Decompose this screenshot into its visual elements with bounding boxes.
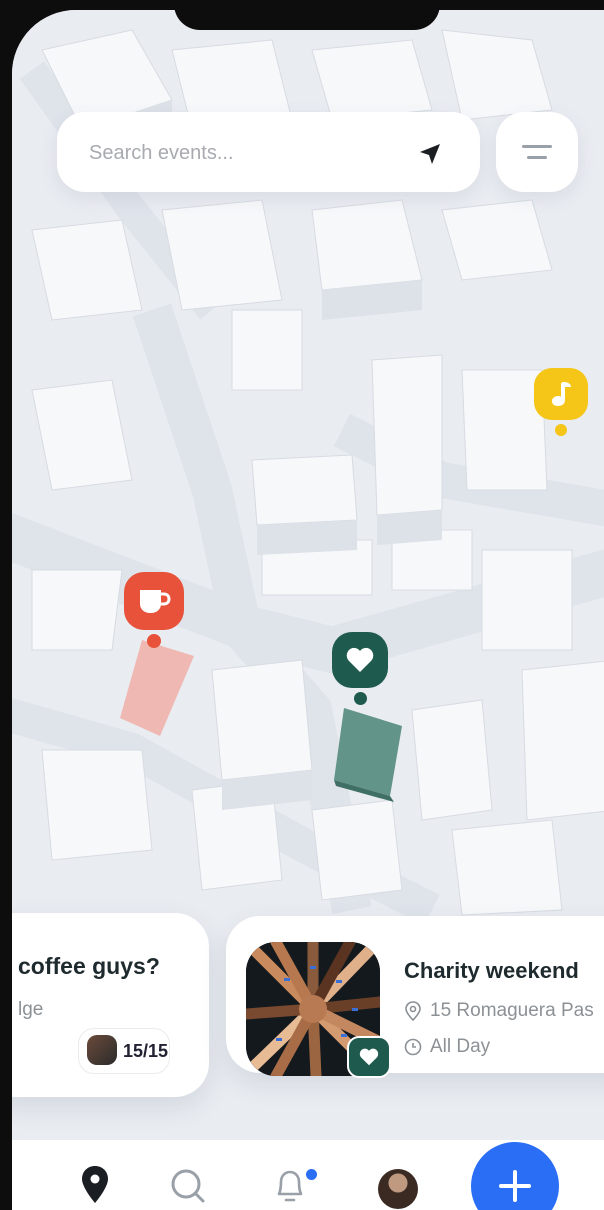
bell-icon[interactable] <box>274 1166 306 1206</box>
music-note-icon <box>552 382 571 406</box>
phone-notch <box>174 0 440 30</box>
coffee-cup-icon <box>140 590 171 613</box>
coffee-event-pin[interactable] <box>124 572 184 648</box>
navigation-arrow-icon[interactable] <box>418 142 442 166</box>
search-icon[interactable] <box>170 1168 206 1204</box>
clock-icon <box>404 1038 422 1056</box>
avatar[interactable] <box>378 1169 418 1209</box>
event-card-title: coffee guys? <box>18 953 160 979</box>
event-card-coffee[interactable]: coffee guys? lge 15/15 <box>12 913 209 1097</box>
filter-icon-line-top <box>522 145 552 148</box>
map-pin-icon[interactable] <box>80 1164 110 1204</box>
attendee-count: 15/15 <box>123 1041 169 1061</box>
location-pin-icon <box>405 1001 421 1021</box>
favorite-badge[interactable] <box>347 1036 391 1078</box>
event-location-text: 15 Romaguera Pas <box>430 1000 594 1021</box>
charity-event-pin[interactable] <box>332 632 388 705</box>
search-input[interactable] <box>87 136 391 170</box>
attendee-avatar <box>87 1035 117 1065</box>
event-time-text: All Day <box>430 1036 491 1057</box>
event-time-row: All Day <box>404 1036 490 1058</box>
event-location-row: 15 Romaguera Pas <box>404 1000 594 1022</box>
heart-icon <box>346 647 374 672</box>
plus-icon <box>499 1170 531 1202</box>
phone-frame: coffee guys? lge 15/15 <box>0 0 604 1210</box>
event-card-title: Charity weekend <box>404 958 579 983</box>
music-event-pin[interactable] <box>534 368 588 436</box>
app-screen: coffee guys? lge 15/15 <box>12 10 604 1210</box>
filter-icon-line-bottom <box>527 156 547 159</box>
attendee-count-badge: 15/15 <box>78 1028 170 1074</box>
filter-button[interactable] <box>496 112 578 192</box>
event-card-charity[interactable]: Charity weekend 15 Romaguera Pas All Day <box>226 916 604 1078</box>
search-bar <box>57 112 480 192</box>
event-card-location: lge <box>18 999 44 1020</box>
heart-icon <box>359 1048 379 1066</box>
notification-dot <box>304 1167 319 1182</box>
